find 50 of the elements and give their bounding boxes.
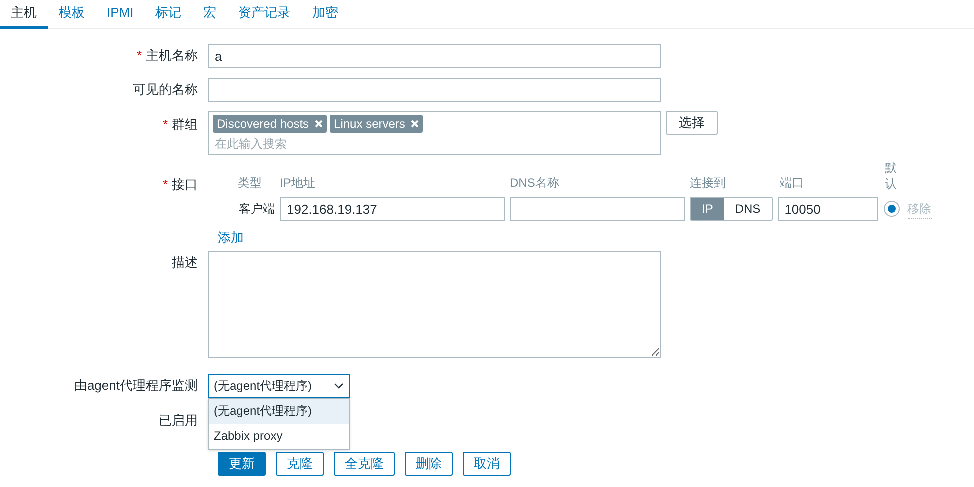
tab[interactable]: 资产记录 — [228, 0, 302, 29]
field-label: 接口 — [172, 176, 198, 194]
field-label: 已启用 — [159, 412, 198, 430]
column-header: IP地址 — [280, 175, 316, 192]
proxy-select[interactable]: (无agent代理程序) — [208, 374, 350, 398]
remove-icon[interactable] — [315, 120, 324, 128]
tag-label: Linux servers — [334, 116, 406, 133]
form-button[interactable]: 全克隆 — [334, 452, 395, 476]
tab[interactable]: 主机 — [0, 0, 48, 29]
column-header: 端口 — [780, 175, 805, 192]
default-radio[interactable] — [884, 201, 900, 217]
field-label: 群组 — [172, 116, 198, 134]
required-asterisk: * — [162, 116, 168, 134]
field-label: 主机名称 — [146, 47, 198, 66]
column-header: 类型 — [237, 175, 263, 192]
form-button[interactable]: 删除 — [405, 452, 453, 476]
form-button[interactable]: 克隆 — [276, 452, 324, 476]
connect-toggle[interactable]: IP — [691, 198, 724, 220]
field-label: 可见的名称 — [133, 81, 198, 100]
ip-field[interactable]: 192.168.19.137 — [280, 197, 505, 221]
column-header: 默 — [885, 160, 897, 176]
required-asterisk: * — [136, 47, 142, 66]
column-header: 认 — [885, 176, 897, 192]
tab[interactable]: 宏 — [192, 0, 228, 29]
chevron-down-icon — [334, 382, 344, 388]
column-header: DNS名称 — [510, 175, 560, 192]
tab[interactable]: 模板 — [48, 0, 96, 29]
required-asterisk: * — [162, 176, 168, 194]
interface-type: 客户端 — [238, 201, 276, 218]
dropdown-option[interactable]: Zabbix proxy — [209, 424, 349, 448]
dns-field[interactable] — [510, 197, 685, 221]
tab[interactable]: IPMI — [96, 0, 145, 29]
search-placeholder: 在此输入搜索 — [214, 136, 288, 153]
tab[interactable]: 标记 — [144, 0, 193, 29]
column-header: 连接到 — [690, 175, 727, 192]
visible-name-field[interactable] — [208, 78, 661, 102]
form-button[interactable]: 更新 — [218, 452, 266, 476]
port-field[interactable]: 10050 — [778, 197, 878, 221]
group-multiselect[interactable]: Discovered hosts Linux servers 在此输入搜索 — [208, 111, 661, 155]
select-button[interactable]: 选择 — [666, 111, 718, 135]
field-label: 描述 — [172, 254, 198, 272]
add-link[interactable]: 添加 — [218, 228, 244, 248]
field-label: 由agent代理程序监测 — [74, 376, 198, 395]
description-field[interactable] — [208, 250, 661, 358]
tab[interactable]: 加密 — [302, 0, 350, 29]
form-button[interactable]: 取消 — [463, 452, 511, 476]
dropdown-option[interactable]: (无agent代理程序) — [209, 398, 349, 424]
host-name-field[interactable]: a — [208, 44, 661, 68]
tag-label: Discovered hosts — [217, 116, 310, 133]
remove-icon[interactable] — [411, 120, 420, 128]
